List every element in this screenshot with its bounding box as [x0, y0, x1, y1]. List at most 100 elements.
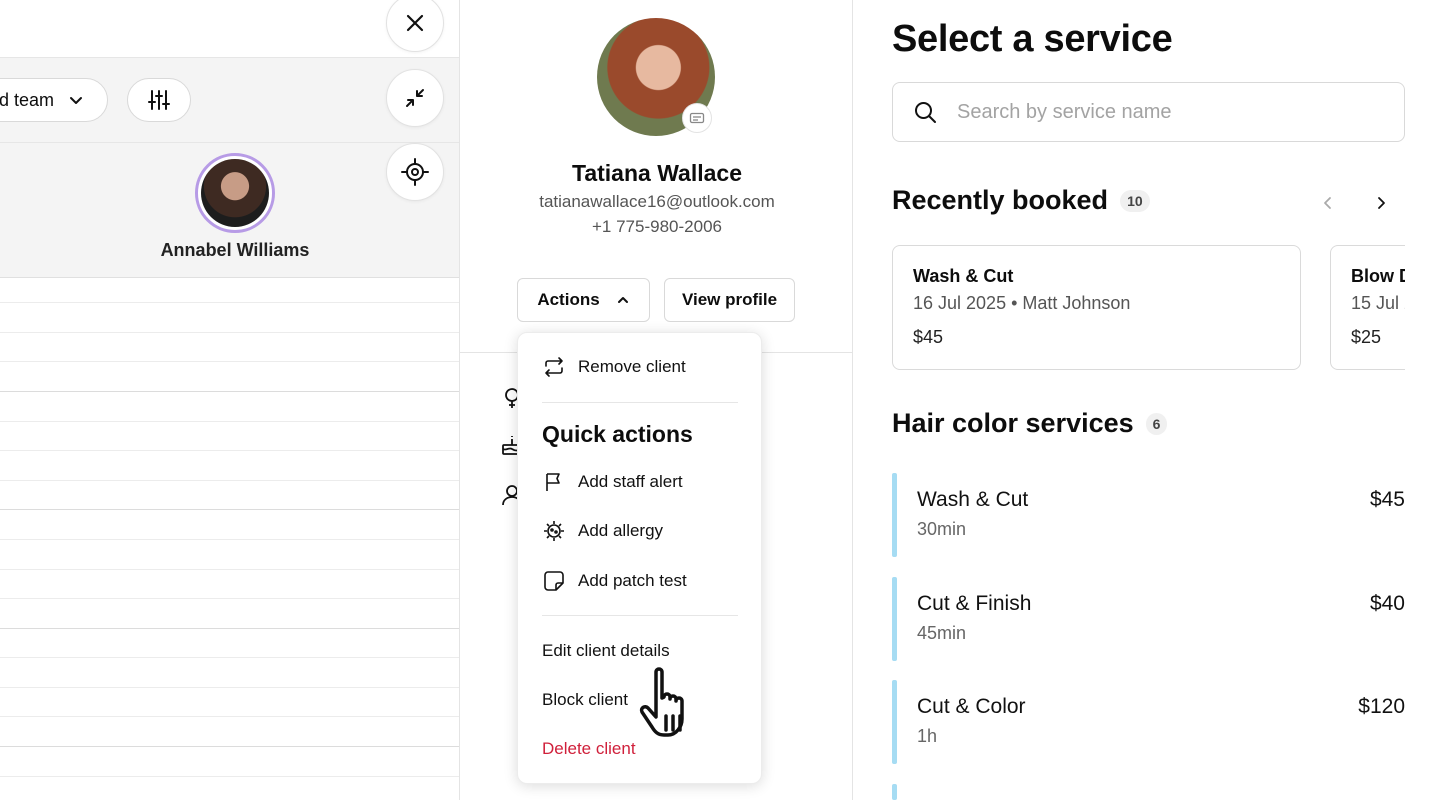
patch-icon	[542, 569, 566, 593]
chevron-down-icon	[70, 97, 83, 104]
view-profile-button[interactable]: View profile	[664, 278, 795, 322]
client-email: tatianawallace16@outlook.com	[539, 192, 775, 211]
calendar-grid-line	[0, 480, 459, 481]
service-color-bar	[892, 577, 897, 661]
staff-name: Annabel Williams	[160, 240, 310, 260]
page-title: Select a service	[892, 18, 1173, 60]
staff-photo	[201, 159, 269, 227]
crosshair-icon	[401, 158, 429, 186]
recent-booking-card[interactable]: Wash & Cut 16 Jul 2025 • Matt Johnson $4…	[892, 245, 1301, 370]
sliders-icon	[148, 90, 170, 110]
service-name: Wash & Cut	[917, 488, 1029, 511]
recently-booked-count: 10	[1120, 189, 1150, 212]
close-icon	[406, 14, 424, 32]
calendar-grid-line	[0, 302, 459, 303]
staff-avatar[interactable]	[195, 153, 275, 233]
actions-label: Actions	[537, 290, 600, 309]
locate-button[interactable]	[386, 143, 444, 201]
calendar-grid-line	[0, 391, 459, 392]
quick-actions-heading: Quick actions	[542, 421, 693, 447]
carousel-mask	[1405, 230, 1440, 390]
service-search[interactable]	[892, 82, 1405, 142]
recently-booked-header: Recently booked 10	[892, 185, 1150, 216]
menu-delete-client-label: Delete client	[542, 739, 636, 758]
menu-add-patch-test[interactable]: Add patch test	[542, 563, 687, 599]
recent-booking-price: $45	[913, 327, 944, 347]
menu-edit-client-details-label: Edit client details	[542, 641, 670, 660]
menu-block-client[interactable]: Block client	[542, 682, 628, 718]
allergy-icon	[542, 519, 566, 543]
service-price: $45	[1369, 488, 1405, 511]
service-item[interactable]: Cut & Color 1h $120	[892, 680, 1405, 764]
chevron-left-icon	[1324, 197, 1331, 209]
menu-remove-client-label: Remove client	[578, 357, 686, 376]
recent-booking-name: Wash & Cut	[913, 266, 1014, 286]
flag-icon	[542, 470, 566, 494]
close-button[interactable]	[386, 0, 444, 52]
service-panel: Select a service Recently booked 10 Wash…	[853, 0, 1440, 800]
calendar-grid-line	[0, 628, 459, 629]
service-color-bar	[892, 784, 897, 800]
collapse-button[interactable]	[386, 69, 444, 127]
hair-color-title: Hair color services	[892, 408, 1134, 438]
calendar-grid-line	[0, 332, 459, 333]
chevron-right-icon	[1378, 197, 1385, 209]
calendar-grid-line	[0, 716, 459, 717]
calendar-grid-line	[0, 361, 459, 362]
service-name: Cut & Finish	[917, 592, 1032, 615]
menu-add-staff-alert[interactable]: Add staff alert	[542, 464, 683, 500]
calendar-grid-line	[0, 746, 459, 747]
calendar-grid-line	[0, 687, 459, 688]
calendar-grid-line	[0, 657, 459, 658]
menu-remove-client[interactable]: Remove client	[542, 349, 686, 385]
service-price: $120	[1358, 695, 1405, 718]
menu-divider	[542, 615, 738, 616]
actions-button[interactable]: Actions	[517, 278, 650, 322]
calendar-pane: d team Annabel Williams	[0, 0, 459, 800]
menu-delete-client[interactable]: Delete client	[542, 731, 636, 767]
repeat-icon	[542, 355, 566, 379]
calendar-grid-line	[0, 421, 459, 422]
view-profile-label: View profile	[681, 290, 778, 309]
client-name: Tatiana Wallace	[571, 160, 742, 186]
service-item[interactable]: Wash & Cut 30min $45	[892, 473, 1405, 557]
filter-settings-button[interactable]	[127, 78, 191, 122]
search-icon	[915, 102, 936, 123]
carousel-prev-button[interactable]	[1312, 187, 1344, 219]
service-duration: 1h	[917, 726, 938, 746]
hair-color-count: 6	[1145, 412, 1168, 435]
app-root: d team Annabel Williams Tatiana Wallace …	[0, 0, 1440, 800]
calendar-grid-line	[0, 450, 459, 451]
menu-add-allergy[interactable]: Add allergy	[542, 513, 663, 549]
calendar-grid-line	[0, 509, 459, 510]
hand-pointer-cursor-icon	[639, 667, 684, 737]
calendar-grid-line	[0, 776, 459, 777]
search-input[interactable]	[957, 100, 1377, 124]
id-card-badge[interactable]	[682, 103, 712, 133]
hair-color-header: Hair color services 6	[892, 408, 1168, 439]
service-duration: 30min	[917, 519, 967, 539]
collapse-icon	[406, 89, 424, 107]
chevron-up-icon	[617, 297, 628, 303]
menu-divider	[542, 402, 738, 403]
service-color-bar	[892, 473, 897, 557]
id-card-icon	[689, 112, 705, 124]
menu-add-staff-alert-label: Add staff alert	[578, 472, 683, 491]
service-price: $40	[1369, 592, 1405, 615]
service-duration: 45min	[917, 623, 967, 643]
service-item[interactable]	[892, 784, 1405, 800]
calendar-grid-line	[0, 539, 459, 540]
menu-add-patch-test-label: Add patch test	[578, 571, 687, 590]
recently-booked-title: Recently booked	[892, 185, 1109, 215]
team-filter-label: d team	[0, 89, 55, 110]
calendar-grid-line	[0, 598, 459, 599]
carousel-next-button[interactable]	[1365, 187, 1397, 219]
team-filter-dropdown[interactable]: d team	[0, 78, 108, 122]
service-item[interactable]: Cut & Finish 45min $40	[892, 577, 1405, 661]
menu-block-client-label: Block client	[542, 690, 628, 709]
menu-add-allergy-label: Add allergy	[578, 521, 664, 540]
service-color-bar	[892, 680, 897, 764]
service-name: Cut & Color	[917, 695, 1026, 718]
calendar-grid-line	[0, 569, 459, 570]
recent-booking-meta: 16 Jul 2025 • Matt Johnson	[913, 293, 1131, 313]
